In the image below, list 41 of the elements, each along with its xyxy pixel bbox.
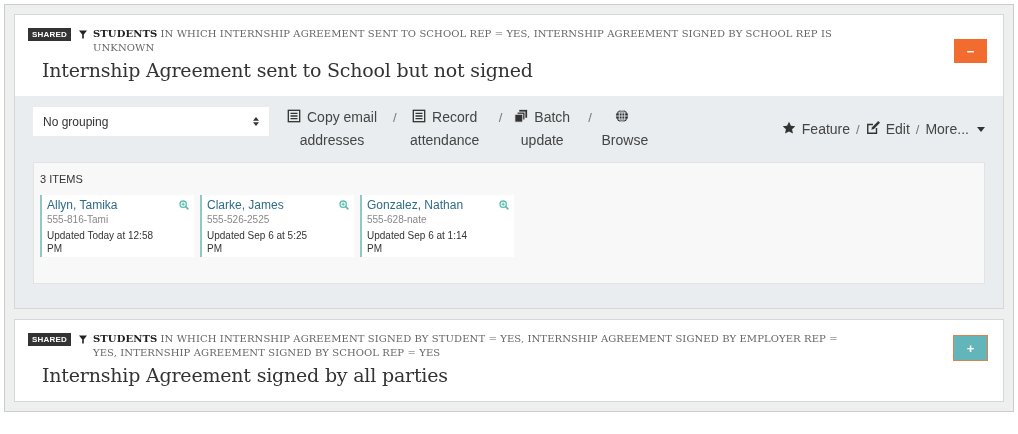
separator: / — [915, 121, 920, 139]
star-icon — [781, 121, 796, 135]
student-link[interactable]: Allyn, Tamika — [47, 198, 118, 212]
shared-badge: SHARED — [28, 333, 71, 346]
zoom-in-icon[interactable] — [499, 200, 509, 210]
updated-time: Updated Sep 6 at 1:14 PM — [367, 229, 469, 255]
action-link[interactable]: Copy email addresses — [283, 106, 381, 152]
grouping-select[interactable]: No grouping — [33, 107, 269, 136]
edit-icon — [865, 121, 880, 135]
filter-text: STUDENTS IN WHICH INTERNSHIP AGREEMENT SIGNED BY STUDENT = YES, INTERNSHIP AGREEMENT SIGNED BY EMPLOYER REP = YES, INTERNSHIP AGREEMENT SIGNED BY SCHOOL REP = YES — [93, 332, 839, 360]
updated-time: Updated Sep 6 at 5:25 PM — [207, 229, 309, 255]
action-link[interactable]: Record attendance — [402, 106, 487, 152]
filter-icon — [79, 30, 87, 39]
list-title: Internship Agreement sent to School but not signed — [42, 59, 534, 81]
separator: / — [856, 121, 860, 139]
phone-number: 555-628-nate — [367, 214, 428, 225]
updated-time: Updated Today at 12:58 PM — [47, 229, 154, 255]
filter-text: STUDENTS IN WHICH INTERNSHIP AGREEMENT SENT TO SCHOOL REP = YES, INTERNSHIP AGREEMENT SIGNED BY SCHOOL REP IS UNKNOWN — [93, 27, 833, 55]
item-count: 3 ITEMS — [40, 173, 84, 185]
shared-badge: SHARED — [28, 28, 71, 41]
separator: / — [588, 109, 592, 127]
filter-icon — [79, 335, 87, 344]
action-link[interactable]: More... — [925, 118, 985, 141]
student-link[interactable]: Gonzalez, Nathan — [367, 198, 464, 212]
separator: / — [393, 109, 397, 127]
zoom-in-icon[interactable] — [179, 200, 189, 210]
stack-icon — [514, 109, 529, 123]
list-title: Internship Agreement signed by all parties — [42, 364, 449, 386]
action-link[interactable]: Batch update — [508, 106, 577, 152]
phone-number: 555-526-2525 — [207, 214, 271, 225]
separator: / — [498, 109, 503, 127]
globe-icon — [614, 109, 629, 123]
sort-arrows-icon — [253, 117, 259, 126]
student-link[interactable]: Clarke, James — [207, 198, 284, 212]
action-link[interactable]: Browse — [597, 106, 652, 152]
phone-number: 555-816-Tami — [47, 214, 110, 225]
list-icon — [287, 109, 301, 123]
action-link[interactable]: Edit — [865, 118, 910, 141]
zoom-in-icon[interactable] — [339, 200, 349, 210]
list-icon — [412, 109, 427, 123]
action-link[interactable]: Feature — [781, 118, 851, 141]
